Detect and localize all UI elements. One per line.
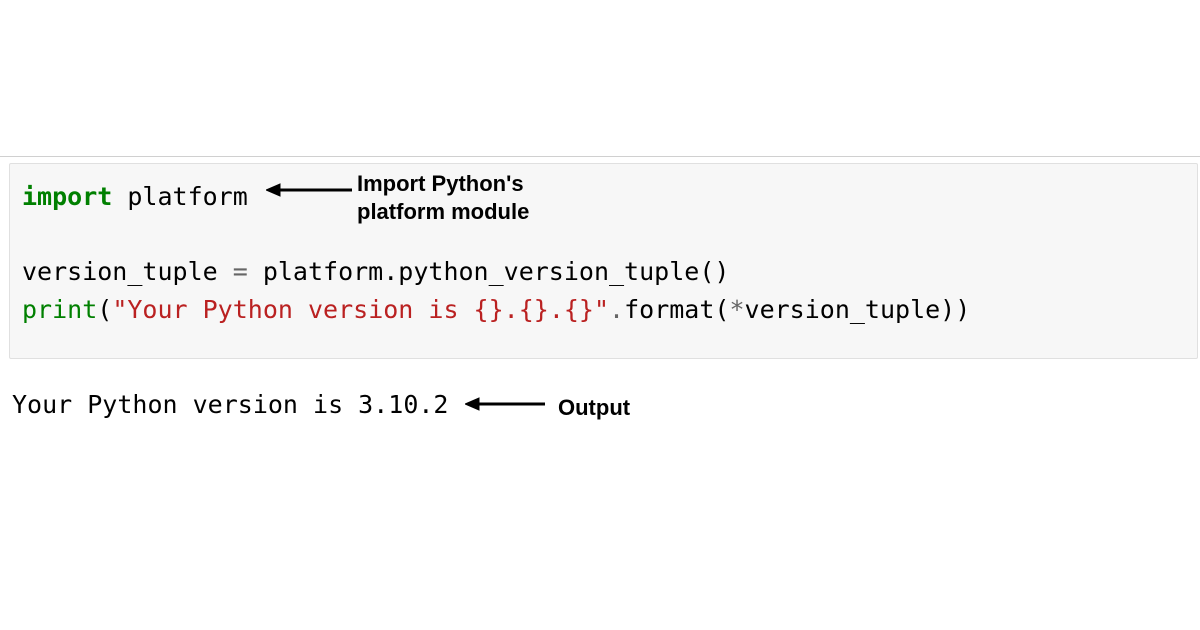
builtin-print: print [22,295,97,324]
arg-tail: version_tuple)) [745,295,971,324]
rhs-call: platform.python_version_tuple() [263,257,730,286]
annotation-output: Output [558,394,630,422]
code-block: import platform version_tuple = platform… [9,163,1198,359]
method-format: format( [624,295,729,324]
star-op: * [729,295,744,324]
module-name: platform [127,182,247,211]
var-name: version_tuple [22,257,218,286]
code-space [112,182,127,211]
annotation-import: Import Python'splatform module [357,170,529,225]
keyword-import: import [22,182,112,211]
arrow-output [465,397,547,411]
paren-open: ( [97,295,112,324]
string-literal: "Your Python version is {}.{}.{}" [112,295,609,324]
operator-eq: = [218,257,263,286]
output-text: Your Python version is 3.10.2 [12,390,449,419]
arrow-import [266,183,354,197]
top-divider [0,156,1200,157]
dot-op: . [609,295,624,324]
